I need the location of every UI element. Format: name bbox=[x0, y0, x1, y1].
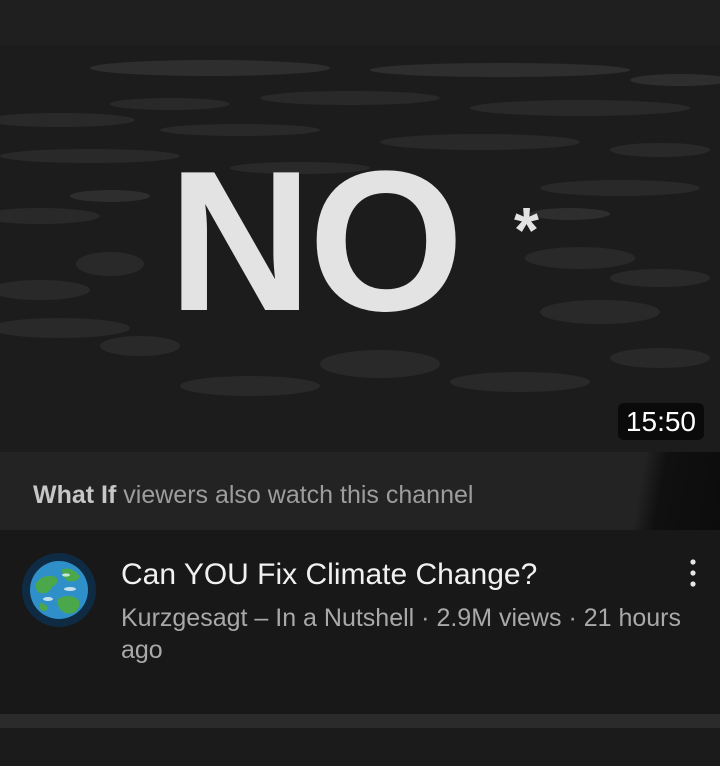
next-item-area bbox=[0, 728, 720, 766]
channel-avatar[interactable] bbox=[22, 553, 96, 627]
suggestion-channel-name[interactable]: What If bbox=[33, 481, 116, 509]
suggestion-text: What If viewers also watch this channel bbox=[33, 480, 473, 510]
planet-avatar-icon bbox=[22, 553, 96, 627]
video-view-count: 2.9M views bbox=[436, 604, 562, 632]
video-channel-name[interactable]: Kurzgesagt – In a Nutshell bbox=[121, 604, 414, 632]
more-vertical-icon bbox=[690, 559, 696, 587]
suggestion-suffix: viewers also watch this channel bbox=[116, 481, 474, 509]
more-options-button[interactable] bbox=[676, 556, 710, 592]
top-bar bbox=[0, 0, 720, 46]
video-thumbnail[interactable]: NO * 15:50 bbox=[0, 46, 720, 452]
video-metadata: Kurzgesagt – In a Nutshell · 2.9M views … bbox=[121, 604, 682, 664]
thumbnail-asterisk: * bbox=[514, 194, 539, 266]
duration-badge: 15:50 bbox=[617, 403, 704, 440]
section-divider bbox=[0, 714, 720, 728]
video-title[interactable]: Can YOU Fix Climate Change? bbox=[121, 557, 661, 593]
thumbnail-headline: NO bbox=[168, 130, 464, 353]
